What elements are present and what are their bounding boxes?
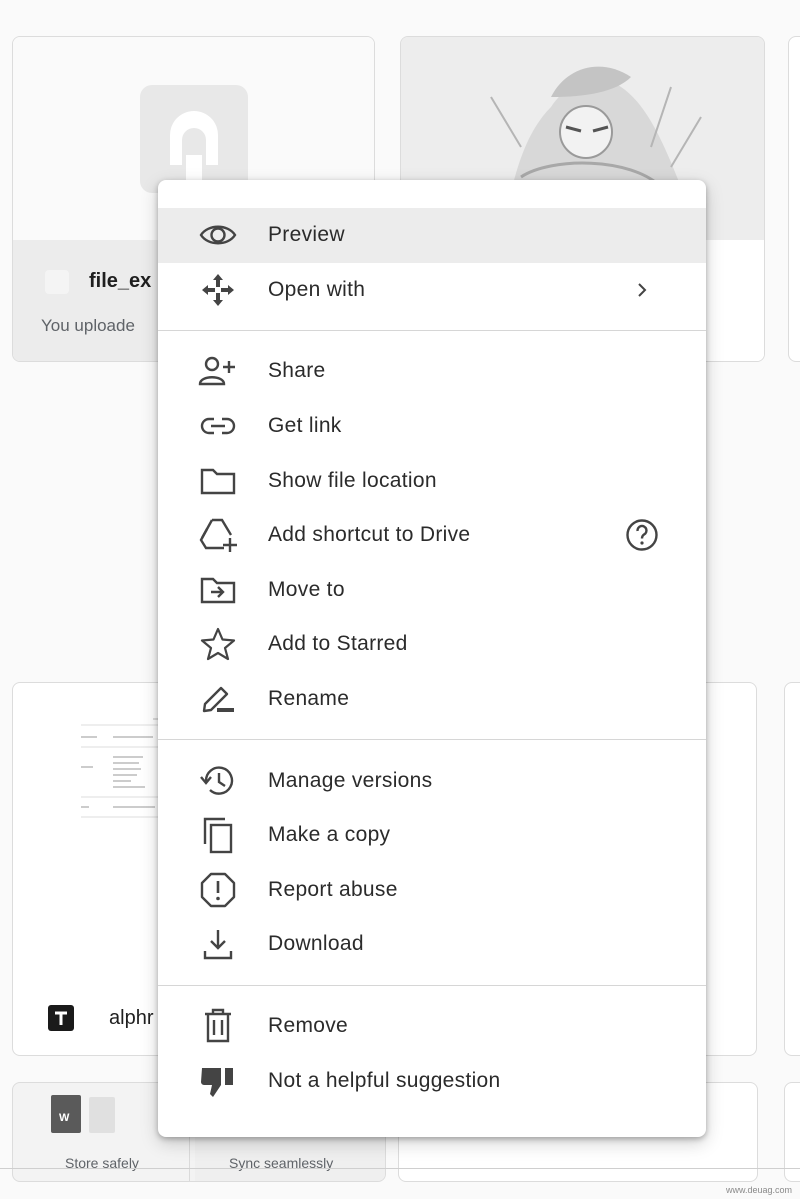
star-icon [198, 624, 238, 664]
move-arrows-icon [198, 270, 238, 310]
menu-item-label: Not a helpful suggestion [268, 1068, 501, 1092]
edge-card-right-top [788, 36, 800, 362]
menu-item-label: Download [268, 932, 364, 956]
svg-text:W: W [59, 1112, 70, 1124]
file-type-icon [140, 85, 248, 193]
file-name: file_ex [89, 270, 152, 292]
history-icon [198, 761, 238, 801]
chevron-right-icon [622, 270, 662, 310]
menu-item-remove[interactable]: Remove [158, 999, 706, 1054]
doc-type-icon [48, 1005, 74, 1031]
trash-icon [198, 1006, 238, 1046]
drive-shortcut-icon [198, 515, 238, 555]
eye-icon [198, 215, 238, 255]
edge-card-right-middle [784, 682, 800, 1056]
person-add-icon [198, 351, 238, 391]
menu-item-not-helpful[interactable]: Not a helpful suggestion [158, 1053, 706, 1108]
menu-item-rename[interactable]: Rename [158, 672, 706, 727]
menu-divider [158, 330, 706, 332]
menu-item-make-a-copy[interactable]: Make a copy [158, 808, 706, 863]
thumbs-down-icon [198, 1061, 238, 1101]
file-type-small-icon [45, 270, 69, 294]
copy-icon [198, 815, 238, 855]
watermark: www.deuag.com [725, 1185, 792, 1195]
menu-item-open-with[interactable]: Open with [158, 263, 706, 318]
menu-item-label: Move to [268, 577, 345, 601]
pencil-icon [198, 679, 238, 719]
report-icon [198, 870, 238, 910]
menu-item-manage-versions[interactable]: Manage versions [158, 753, 706, 808]
menu-item-report-abuse[interactable]: Report abuse [158, 863, 706, 918]
menu-item-add-to-starred[interactable]: Add to Starred [158, 617, 706, 672]
menu-item-label: Open with [268, 277, 366, 301]
menu-item-share[interactable]: Share [158, 344, 706, 399]
folder-icon [198, 461, 238, 501]
menu-item-label: Show file location [268, 468, 437, 492]
menu-item-label: Remove [268, 1014, 348, 1038]
menu-item-label: Share [268, 359, 326, 383]
folder-move-icon [198, 570, 238, 610]
menu-item-show-file-location[interactable]: Show file location [158, 453, 706, 508]
menu-item-label: Make a copy [268, 823, 391, 847]
bottom-line [0, 1168, 800, 1169]
download-icon [198, 924, 238, 964]
menu-item-get-link[interactable]: Get link [158, 399, 706, 454]
help-icon[interactable] [622, 515, 662, 555]
menu-divider [158, 984, 706, 986]
menu-item-label: Manage versions [268, 768, 433, 792]
doc-icon-ghost [89, 1097, 115, 1133]
menu-divider [158, 739, 706, 741]
menu-item-label: Preview [268, 223, 345, 247]
menu-item-label: Rename [268, 687, 350, 711]
edge-card-right-bottom [784, 1082, 800, 1182]
menu-item-label: Get link [268, 414, 342, 438]
word-doc-icon: W [51, 1095, 81, 1133]
menu-item-move-to[interactable]: Move to [158, 563, 706, 618]
menu-item-label: Report abuse [268, 877, 398, 901]
menu-item-add-shortcut[interactable]: Add shortcut to Drive [158, 508, 706, 563]
menu-item-label: Add to Starred [268, 632, 408, 656]
menu-item-label: Add shortcut to Drive [268, 523, 471, 547]
menu-item-preview[interactable]: Preview [158, 208, 706, 263]
link-icon [198, 406, 238, 446]
file-subtitle: You uploade [41, 316, 135, 335]
context-menu: Preview Open with Share Get link Show fi… [158, 180, 706, 1137]
doc-name: alphr [109, 1007, 154, 1029]
menu-item-download[interactable]: Download [158, 917, 706, 972]
